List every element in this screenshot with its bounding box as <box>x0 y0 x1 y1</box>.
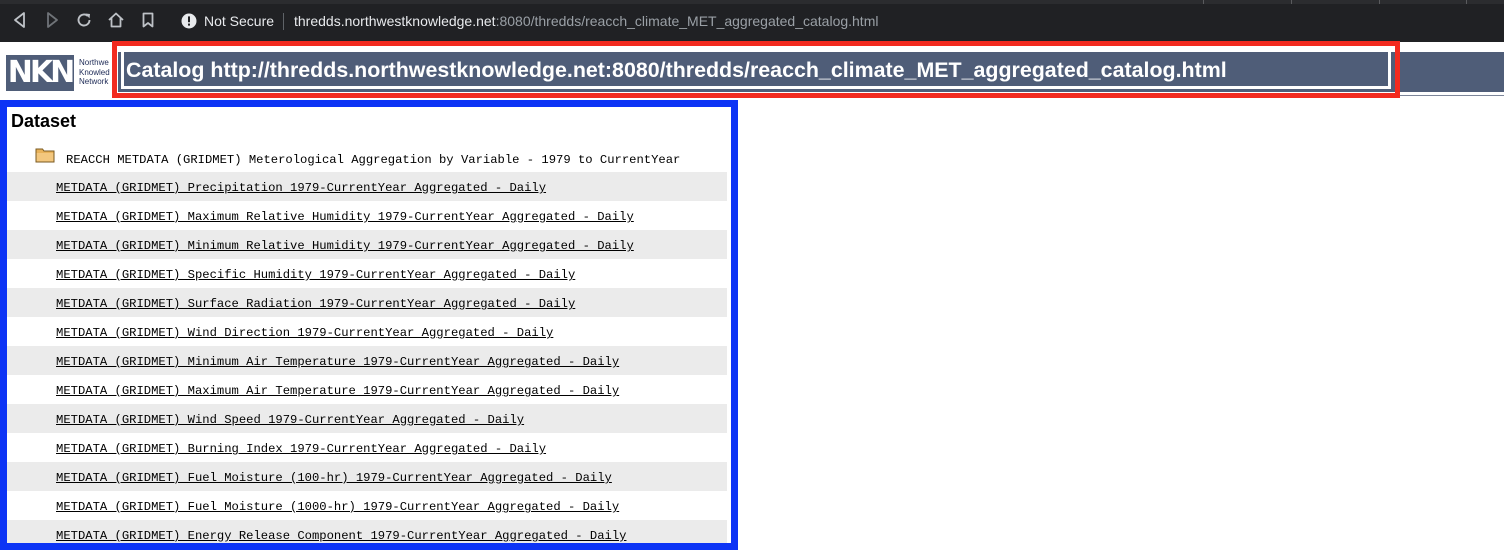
bookmark-icon <box>142 12 154 28</box>
bookmark-button[interactable] <box>137 9 159 31</box>
back-icon <box>14 12 25 28</box>
url-path: :8080/thredds/reacch_climate_MET_aggrega… <box>495 13 879 29</box>
nkn-logo[interactable]: NKN Northwe Knowled Network <box>6 55 114 91</box>
dataset-highlight-box <box>0 100 738 550</box>
forward-icon <box>47 12 58 28</box>
url-text[interactable]: thredds.northwestknowledge.net:8080/thre… <box>294 13 878 29</box>
home-button[interactable] <box>105 9 127 31</box>
url-host: thredds.northwestknowledge.net <box>294 13 496 29</box>
security-status[interactable]: Not Secure <box>204 13 274 29</box>
info-icon[interactable] <box>181 13 197 29</box>
logo-mark: NKN <box>6 55 75 91</box>
browser-toolbar: Not Secure thredds.northwestknowledge.ne… <box>0 0 1504 42</box>
tab-strip <box>0 0 1504 4</box>
back-button[interactable] <box>9 9 31 31</box>
reload-icon <box>77 13 91 27</box>
forward-button[interactable] <box>41 9 63 31</box>
logo-caption: Northwe Knowled Network <box>79 58 110 86</box>
reload-button[interactable] <box>73 9 95 31</box>
home-icon <box>108 12 124 28</box>
address-bar[interactable]: Not Secure thredds.northwestknowledge.ne… <box>166 6 1500 36</box>
title-highlight-inner <box>121 49 1391 89</box>
address-separator <box>283 13 284 30</box>
